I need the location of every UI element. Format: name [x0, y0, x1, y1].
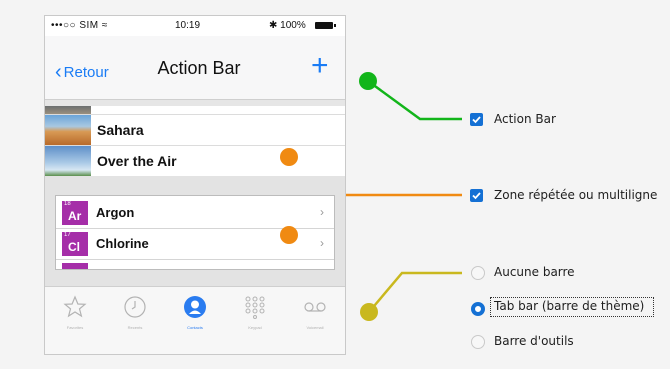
toolbar-radio[interactable] [471, 335, 485, 349]
repeated-zone-marker-bottom [280, 226, 298, 244]
checkmark-icon [472, 192, 481, 200]
tab-bar-radio[interactable] [471, 302, 485, 316]
checkmark-icon [472, 116, 481, 124]
action-bar-option-label: Action Bar [494, 112, 556, 126]
action-bar-marker [359, 72, 377, 90]
repeated-zone-marker-top [280, 148, 298, 166]
no-bar-radio[interactable] [471, 266, 485, 280]
repeated-zone-option-label: Zone répétée ou multiligne [494, 188, 658, 202]
bottom-bar-marker [360, 303, 378, 321]
repeated-zone-checkbox[interactable] [470, 189, 483, 202]
action-bar-checkbox[interactable] [470, 113, 483, 126]
no-bar-label: Aucune barre [494, 265, 575, 279]
toolbar-label: Barre d'outils [494, 334, 574, 348]
tab-bar-label: Tab bar (barre de thème) [494, 299, 645, 313]
